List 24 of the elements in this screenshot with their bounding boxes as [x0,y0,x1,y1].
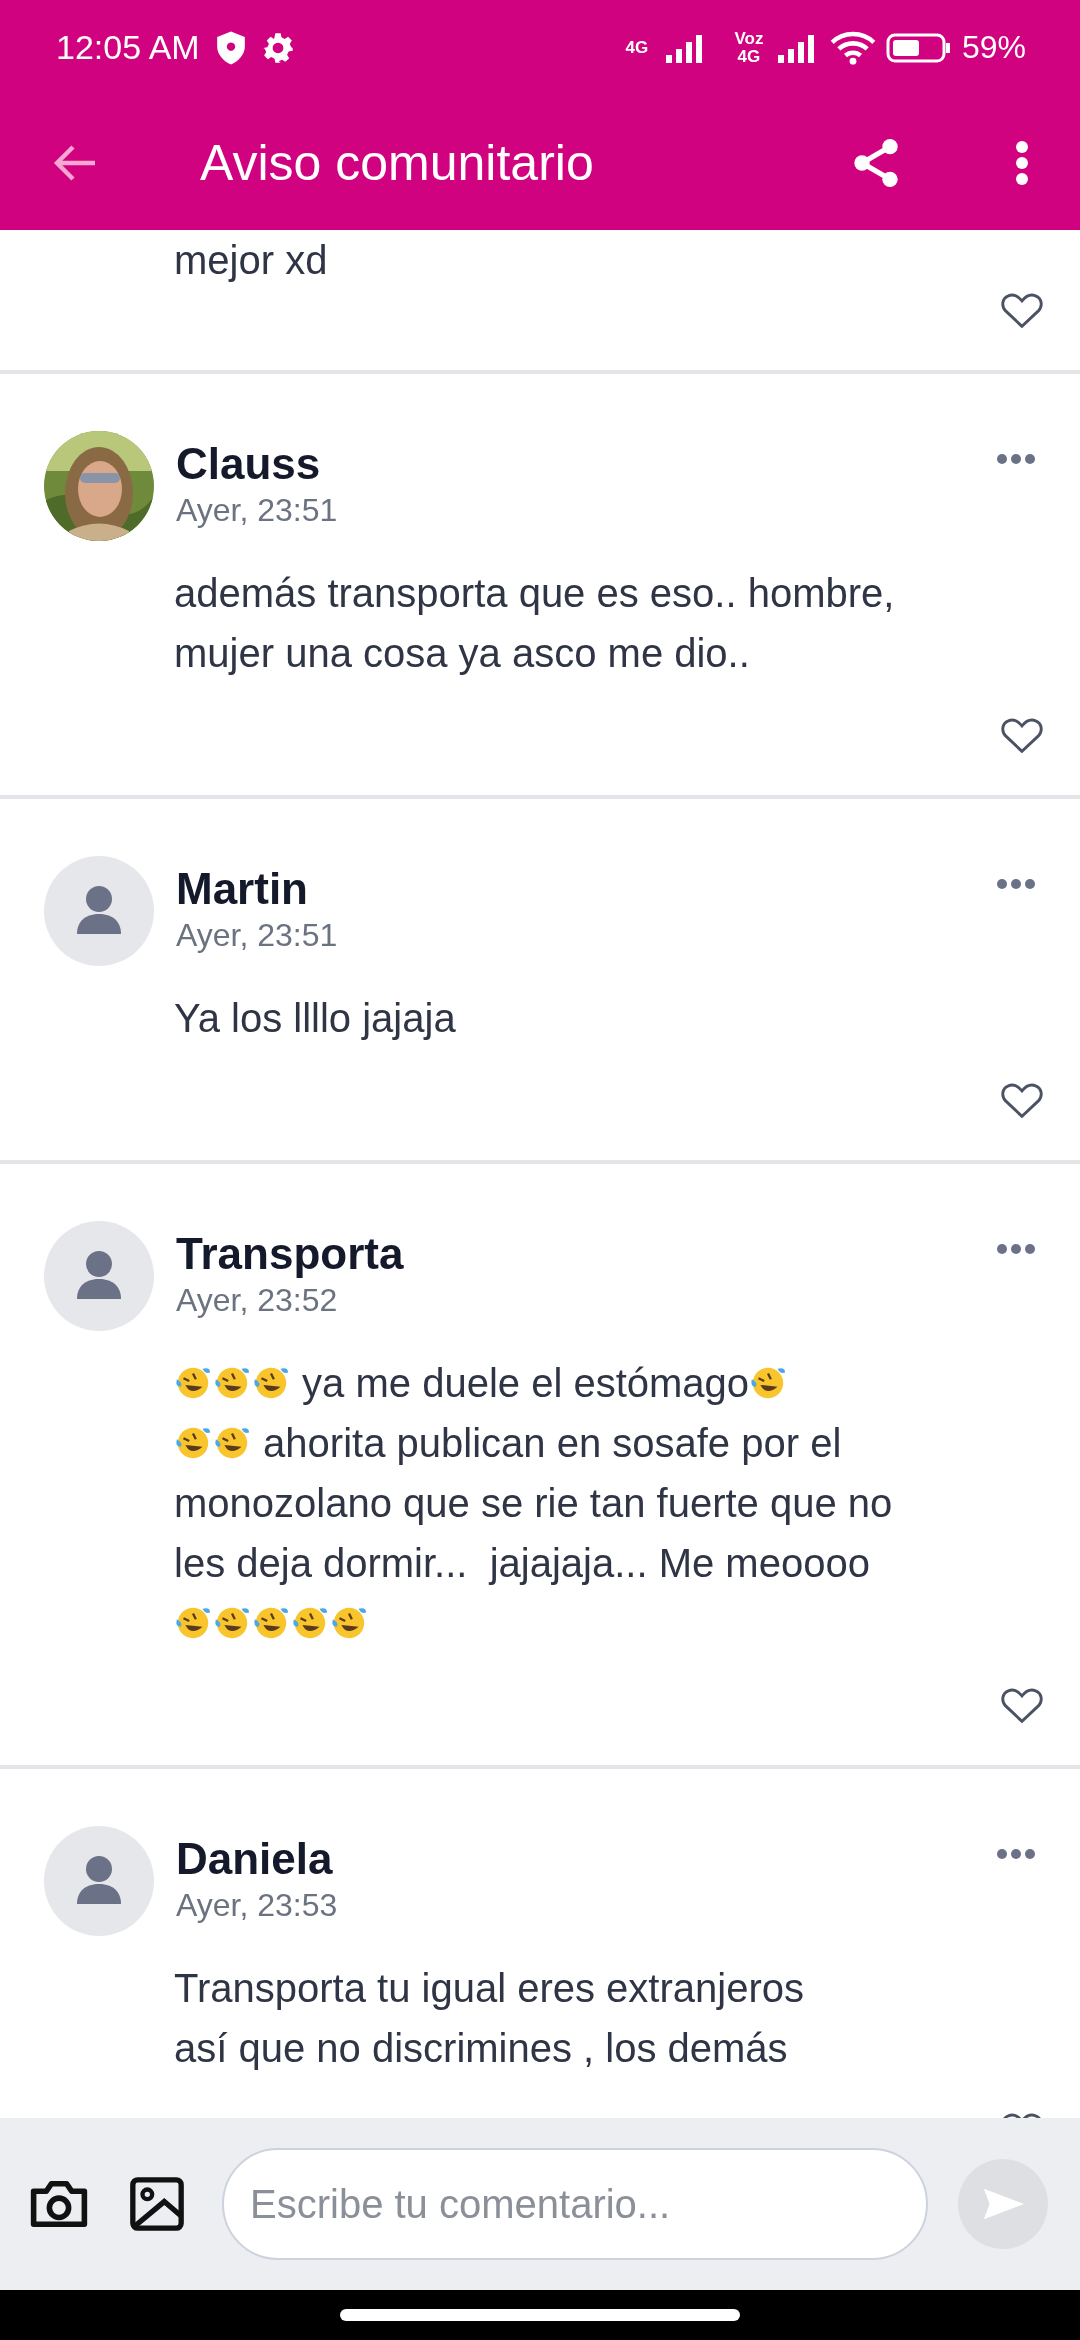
screen-title: Aviso comunitario [200,133,594,192]
author-name: Daniela [176,1834,334,1884]
comment-time: Ayer, 23:51 [176,491,338,530]
comment-text: así que no discrimines , los demás [174,2025,788,2071]
comment-text: ya me duele el estómago [301,1360,750,1406]
battery-percent: 59% [961,29,1026,66]
author-name: Martin [176,864,309,914]
author-name: Clauss [176,439,322,489]
comment-text: además transporta que es eso.. hombre, [174,570,895,616]
comment-text: mejor xd [174,237,328,283]
comment-input-field[interactable]: Escribe tu comentario... [222,2148,928,2260]
comment-time: Ayer, 23:51 [176,916,338,955]
status-time: 12:05 AM [56,28,200,67]
comment-text: Transporta tu igual eres extranjeros [174,1965,804,2011]
comment-text: Ya los llllo jajaja [174,995,456,1041]
author-name: Transporta [176,1229,404,1279]
comment-text: ahorita publican en sosafe por el [262,1420,842,1466]
comment-text: les deja dormir... jajajaja... Me meoooo [174,1540,870,1586]
comment-text: monozolano que se rie tan fuerte que no [174,1480,893,1526]
comment-time: Ayer, 23:52 [176,1281,339,1320]
comment-text: mujer una cosa ya asco me dio.. [174,630,750,676]
network-label: 4G [624,38,650,57]
network-label: Voz 4G [733,29,765,66]
comment-time: Ayer, 23:53 [176,1886,338,1925]
